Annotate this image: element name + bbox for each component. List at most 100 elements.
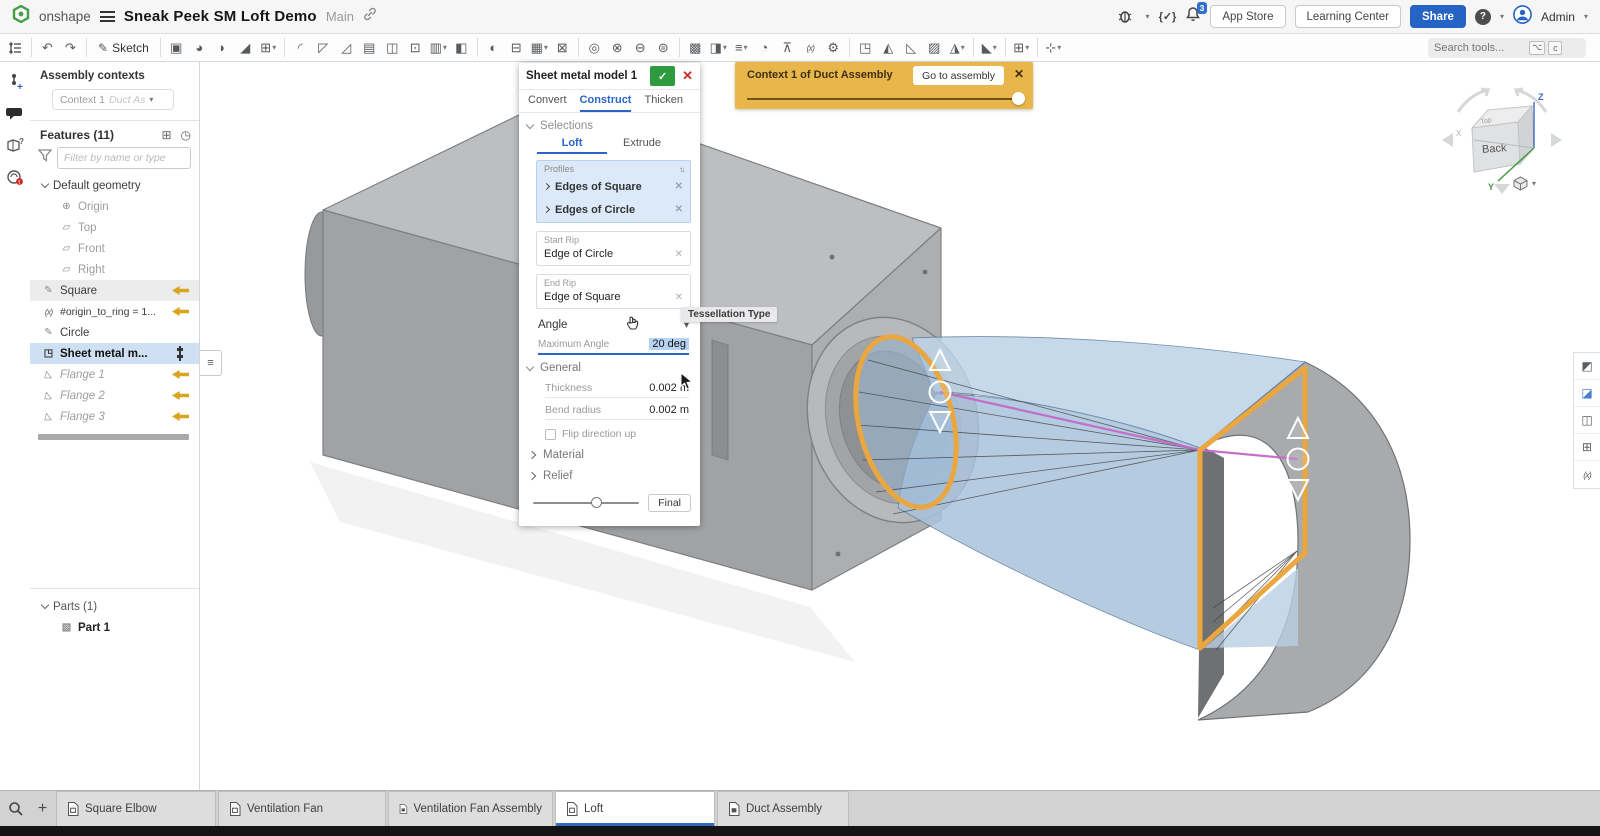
rollback-drag-handle[interactable] <box>176 346 183 361</box>
debug-caret-icon[interactable]: ▾ <box>1146 12 1150 21</box>
collapse-feature-list-button[interactable]: ≡ <box>200 350 222 376</box>
tab-icon[interactable]: ▨ <box>923 36 946 60</box>
thicken-icon[interactable]: ⊞▾ <box>257 36 280 60</box>
chevron-right-icon[interactable] <box>543 206 550 213</box>
feature-script-icon[interactable]: {✓} <box>1159 10 1177 23</box>
profile-item-square[interactable]: Edges of Square ✕ <box>537 175 690 198</box>
sheet-metal-model-icon[interactable]: ◳ <box>854 36 877 60</box>
revolve-icon[interactable]: ◕ <box>188 36 211 60</box>
checkbox-icon[interactable] <box>545 429 556 440</box>
tab-ventilation-fan[interactable]: Ventilation Fan <box>218 791 386 826</box>
context-slider-knob[interactable] <box>1012 92 1025 105</box>
context-reference-arrow-icon[interactable] <box>172 286 189 295</box>
sweep-icon[interactable]: ◗ <box>211 36 234 60</box>
view-options-button[interactable]: ▾ <box>1512 176 1536 191</box>
tab-ventilation-fan-assembly[interactable]: Ventilation Fan Assembly <box>388 791 553 826</box>
context-reference-arrow-icon[interactable] <box>172 412 189 421</box>
undo-icon[interactable]: ↶ <box>36 36 59 60</box>
mirror-icon[interactable]: ◧ <box>450 36 473 60</box>
versions-history-icon[interactable]: + <box>3 69 27 93</box>
exploded-view-icon[interactable]: ◫ <box>1574 407 1600 434</box>
relief-section-header[interactable]: Relief <box>519 461 700 482</box>
document-menu-icon[interactable] <box>100 11 115 22</box>
thickness-field[interactable]: Thickness 0.002 m <box>545 382 689 398</box>
maximum-angle-field[interactable]: Maximum Angle 20 deg <box>538 338 689 355</box>
tree-item-front-plane[interactable]: ▱ Front <box>30 238 199 259</box>
move-face-icon[interactable]: ◎ <box>583 36 606 60</box>
configurations-icon[interactable]: ⚙ <box>822 36 845 60</box>
feature-list-toggle-icon[interactable] <box>4 36 27 60</box>
viewport-3d[interactable] <box>200 62 1600 790</box>
material-section-header[interactable]: Material <box>519 440 700 461</box>
part-1-item[interactable]: ▧ Part 1 <box>30 617 199 638</box>
tab-construct[interactable]: Construct <box>580 90 632 112</box>
loft-preview[interactable] <box>898 337 1305 650</box>
cube-faces[interactable] <box>1472 106 1534 172</box>
split-icon[interactable]: ⊟ <box>505 36 528 60</box>
help-caret-icon[interactable]: ▾ <box>1500 12 1504 21</box>
assembly-context-select[interactable]: Context 1 Duct As ▾ <box>52 89 174 110</box>
tab-duct-assembly[interactable]: Duct Assembly <box>717 791 849 826</box>
parts-section-header[interactable]: Parts (1) <box>30 596 199 617</box>
maximum-angle-value[interactable]: 20 deg <box>649 338 689 350</box>
insert-folder-icon[interactable]: ⊞ <box>161 128 171 142</box>
help-walkthrough-icon[interactable]: ? <box>3 133 27 157</box>
notifications-bell-icon[interactable]: 3 <box>1185 6 1201 27</box>
help-icon[interactable]: ? <box>1475 9 1491 25</box>
sort-icon[interactable]: ↑↓ <box>679 165 683 174</box>
bend-radius-field[interactable]: Bend radius 0.002 m <box>545 404 689 420</box>
share-button[interactable]: Share <box>1410 5 1466 28</box>
search-tabs-icon[interactable] <box>2 791 29 826</box>
configurations-panel-icon[interactable]: ⊞ <box>1574 434 1600 461</box>
enclose-icon[interactable]: ▩ <box>684 36 707 60</box>
selections-section-header[interactable]: Selections <box>519 113 700 134</box>
remove-icon[interactable]: ✕ <box>675 204 683 215</box>
flange-icon[interactable]: ◺ <box>900 36 923 60</box>
variables-panel-icon[interactable]: (x) <box>1574 461 1600 488</box>
close-banner-icon[interactable]: ✕ <box>1014 67 1024 81</box>
tab-thicken[interactable]: Thicken <box>644 90 683 112</box>
context-reference-arrow-icon[interactable] <box>172 370 189 379</box>
user-avatar[interactable] <box>1513 5 1532 29</box>
pattern-icon[interactable]: ▦▾ <box>528 36 551 60</box>
tool-search-input[interactable] <box>1434 42 1526 54</box>
feature-filter-input[interactable] <box>57 147 191 169</box>
confirm-button[interactable]: ✓ <box>650 66 675 86</box>
view-cube[interactable]: Top Back X Z Y <box>1438 84 1566 204</box>
tree-item-top-plane[interactable]: ▱ Top <box>30 217 199 238</box>
loft-icon[interactable]: ◢ <box>234 36 257 60</box>
end-rip-field[interactable]: End Rip Edge of Square ✕ <box>536 274 691 309</box>
tree-item-sheet-metal-model[interactable]: ◳ Sheet metal m... <box>30 343 199 364</box>
branch-name[interactable]: Main <box>326 9 354 24</box>
context-reference-arrow-icon[interactable] <box>172 391 189 400</box>
preview-slider[interactable] <box>533 502 639 504</box>
comments-icon[interactable] <box>3 101 27 125</box>
linear-pattern-icon[interactable]: ▥▾ <box>427 36 450 60</box>
flip-direction-checkbox-row[interactable]: Flip direction up <box>545 428 689 440</box>
tab-loft[interactable]: Loft <box>555 791 715 826</box>
tree-item-right-plane[interactable]: ▱ Right <box>30 259 199 280</box>
measure-icon[interactable]: ⊹▾ <box>1042 36 1065 60</box>
final-button[interactable]: Final <box>648 494 691 512</box>
remove-icon[interactable]: ✕ <box>675 249 683 260</box>
go-to-assembly-button[interactable]: Go to assembly <box>913 66 1004 85</box>
boolean-icon[interactable]: ◐ <box>482 36 505 60</box>
regeneration-time-icon[interactable]: ◷ <box>181 128 191 142</box>
chevron-down-icon[interactable] <box>41 601 49 609</box>
hole-icon[interactable]: ⊡ <box>404 36 427 60</box>
tree-item-origin-to-ring-variable[interactable]: (x) #origin_to_ring = 1... <box>30 301 199 322</box>
cancel-button[interactable]: ✕ <box>682 68 693 84</box>
fillet-icon[interactable]: ◜ <box>289 36 312 60</box>
context-reference-arrow-icon[interactable] <box>172 307 189 316</box>
add-tab-button[interactable]: + <box>29 791 56 826</box>
display-states-icon[interactable]: ◪ <box>1574 380 1600 407</box>
replace-face-icon[interactable]: ⊖ <box>629 36 652 60</box>
remove-icon[interactable]: ✕ <box>675 181 683 192</box>
filter-funnel-icon[interactable] <box>38 149 52 167</box>
alerts-icon[interactable]: ! <box>3 165 27 189</box>
profiles-list[interactable]: Profiles ↑↓ Edges of Square ✕ Edges of C… <box>536 160 691 223</box>
slider-knob[interactable] <box>591 497 602 508</box>
chamfer-icon[interactable]: ◸ <box>312 36 335 60</box>
modify-fillet-icon[interactable]: ≡▾ <box>730 36 753 60</box>
user-caret-icon[interactable]: ▾ <box>1584 12 1588 21</box>
